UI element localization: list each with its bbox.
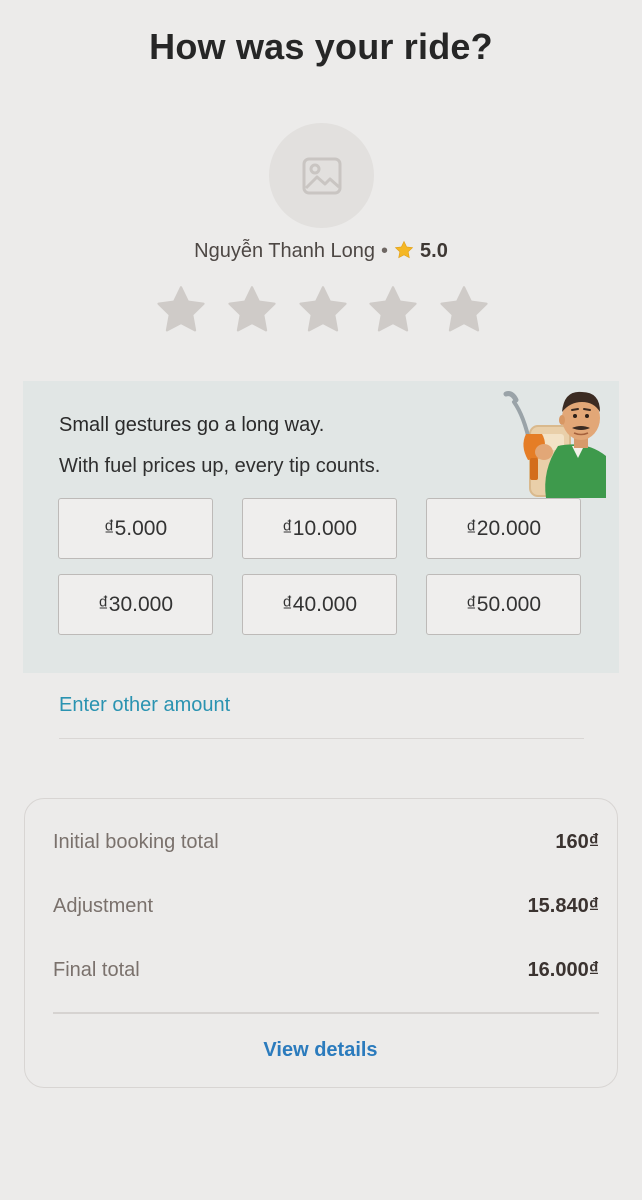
tip-title: Small gestures go a long way. [59, 414, 325, 436]
summary-label: Final total [53, 959, 140, 981]
separator-dot: • [381, 240, 389, 262]
summary-row-adjustment: Adjustment 15.840₫ [53, 895, 599, 918]
summary-value: 16.000₫ [527, 959, 599, 981]
rate-4-star-button[interactable] [367, 284, 419, 336]
tip-option-button[interactable]: ₫50.000 [426, 574, 581, 635]
star-rating-input [155, 284, 490, 338]
tip-option-button[interactable]: ₫30.000 [58, 574, 213, 635]
divider [59, 738, 584, 739]
summary-value: 160₫ [555, 831, 599, 853]
star-icon [157, 286, 205, 332]
ride-rating-screen: How was your ride? Nguyễn Thanh Long • 5.0… [0, 0, 642, 1200]
enter-other-amount-link[interactable]: Enter other amount [59, 694, 230, 717]
driver-avatar [269, 123, 374, 228]
star-icon [440, 286, 488, 332]
star-icon [369, 286, 417, 332]
tip-option-button[interactable]: ₫40.000 [242, 574, 397, 635]
image-placeholder-icon [302, 157, 341, 194]
star-icon [298, 286, 347, 332]
divider [53, 1012, 599, 1014]
tip-option-button[interactable]: ₫10.000 [242, 498, 397, 559]
rate-1-star-button[interactable] [155, 284, 207, 336]
driver-rating: 5.0 [420, 240, 448, 262]
star-icon [228, 286, 276, 332]
rate-3-star-button[interactable] [297, 284, 349, 336]
summary-label: Adjustment [53, 895, 154, 917]
tip-panel: Small gestures go a long way. With fuel … [23, 381, 619, 673]
tip-subtitle: With fuel prices up, every tip counts. [59, 455, 381, 477]
summary-value: 15.840₫ [527, 895, 599, 917]
driver-name: Nguyễn Thanh Long [194, 240, 376, 262]
summary-label: Initial booking total [53, 831, 219, 853]
page-title: How was your ride? [149, 26, 493, 67]
summary-row-final: Final total 16.000₫ [53, 959, 599, 982]
tip-option-button[interactable]: ₫20.000 [426, 498, 581, 559]
driver-with-fuel-nozzle-illustration [503, 391, 606, 498]
rate-5-star-button[interactable] [438, 284, 490, 336]
summary-row-initial: Initial booking total 160₫ [53, 831, 599, 854]
view-details-link[interactable]: View details [25, 1039, 616, 1062]
driver-info: Nguyễn Thanh Long • 5.0 [0, 240, 642, 266]
fare-summary-card: Initial booking total 160₫ Adjustment 15… [24, 798, 618, 1088]
rate-2-star-button[interactable] [226, 284, 278, 336]
star-icon [394, 240, 414, 266]
tip-option-button[interactable]: ₫5.000 [58, 498, 213, 559]
